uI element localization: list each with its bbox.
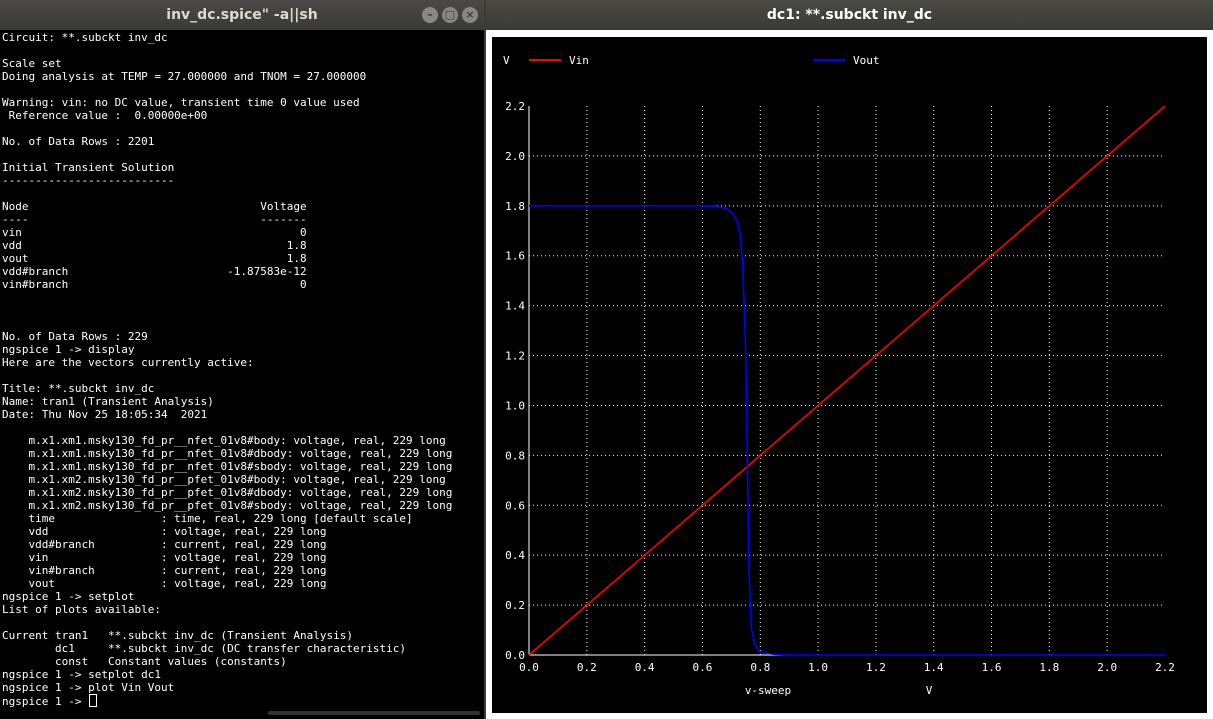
terminal-line: ngspice 1 -> setplot dc1 <box>2 668 161 681</box>
x-tick-label: 1.6 <box>982 661 1002 674</box>
terminal-titlebar[interactable]: inv_dc.spice" -a||sh – □ × <box>0 0 484 30</box>
y-tick-label: 0.6 <box>505 499 525 512</box>
y-tick-label: 2.2 <box>505 100 525 113</box>
terminal-line: vout 1.8 <box>2 252 307 265</box>
y-tick-label: 0.8 <box>505 449 525 462</box>
x-tick-label: 1.4 <box>924 661 944 674</box>
x-axis-unit: V <box>926 684 933 697</box>
x-tick-label: 0.6 <box>693 661 713 674</box>
y-tick-label: 1.6 <box>505 250 525 263</box>
terminal-line: Title: **.subckt inv_dc <box>2 382 155 395</box>
x-tick-label: 0.4 <box>635 661 655 674</box>
terminal-line: Scale set <box>2 57 62 70</box>
maximize-button[interactable]: □ <box>442 7 458 23</box>
y-tick-label: 1.2 <box>505 350 525 363</box>
terminal-line: ---- ------- <box>2 213 307 226</box>
terminal-line: Doing analysis at TEMP = 27.000000 and T… <box>2 70 367 83</box>
terminal-line: vdd 1.8 <box>2 239 307 252</box>
plot-titlebar[interactable]: dc1: **.subckt inv_dc <box>486 0 1213 30</box>
terminal-line: ngspice 1 -> display <box>2 343 135 356</box>
terminal-line: Here are the vectors currently active: <box>2 356 254 369</box>
terminal-line: No. of Data Rows : 2201 <box>2 135 155 148</box>
terminal-line: vout : voltage, real, 229 long <box>2 577 327 590</box>
terminal-line: Initial Transient Solution <box>2 161 175 174</box>
terminal-line: Warning: vin: no DC value, transient tim… <box>2 96 360 109</box>
x-tick-label: 1.2 <box>866 661 886 674</box>
terminal-line: const Constant values (constants) <box>2 655 287 668</box>
terminal-line: vdd#branch -1.87583e-12 <box>2 265 307 278</box>
x-tick-label: 1.0 <box>808 661 828 674</box>
terminal-line: m.x1.xm1.msky130_fd_pr__nfet_01v8#sbody:… <box>2 460 453 473</box>
x-axis-label: v-sweep <box>745 684 791 697</box>
plot-canvas[interactable]: 0.0 0.2 0.4 0.6 0.8 1.0 1.2 1.4 1.6 1.8 2.0 2.2 0.0 0… <box>492 37 1207 713</box>
terminal-line: List of plots available: <box>2 603 161 616</box>
terminal-line: ngspice 1 -> setplot <box>2 590 135 603</box>
terminal-line: m.x1.xm1.msky130_fd_pr__nfet_01v8#dbody:… <box>2 447 453 460</box>
plot-window: dc1: **.subckt inv_dc 0.0 0.2 0.4 0.6 0.8 1.0… <box>486 0 1213 719</box>
x-tick-label: 0.8 <box>750 661 770 674</box>
terminal-line: time : time, real, 229 long [default sca… <box>2 512 413 525</box>
terminal-line: Current tran1 **.subckt inv_dc (Transien… <box>2 629 353 642</box>
minimize-button[interactable]: – <box>422 7 438 23</box>
y-tick-label: 1.4 <box>505 300 525 313</box>
terminal-line: -------------------------- <box>2 174 175 187</box>
terminal-line: dc1 **.subckt inv_dc (DC transfer charac… <box>2 642 406 655</box>
terminal-line: ngspice 1 -> plot Vin Vout <box>2 681 175 694</box>
terminal-output[interactable]: Circuit: **.subckt inv_dc Scale set Doin… <box>2 31 484 719</box>
legend-label-vout: Vout <box>853 54 880 67</box>
terminal-line: m.x1.xm2.msky130_fd_pr__pfet_01v8#sbody:… <box>2 499 453 512</box>
y-tick-label: 1.0 <box>505 399 525 412</box>
x-tick-label: 0.0 <box>519 661 539 674</box>
y-tick-label: 0.4 <box>505 549 525 562</box>
y-tick-label: 2.0 <box>505 150 525 163</box>
terminal-line: Node Voltage <box>2 200 307 213</box>
terminal-prompt[interactable]: ngspice 1 -> <box>2 695 88 708</box>
legend-label-vin: Vin <box>569 54 589 67</box>
terminal-window: inv_dc.spice" -a||sh – □ × Circuit: **.s… <box>0 0 484 719</box>
window-controls: – □ × <box>422 7 478 23</box>
x-tick-label: 2.0 <box>1097 661 1117 674</box>
x-tick-label: 2.2 <box>1155 661 1175 674</box>
x-tick-label: 1.8 <box>1039 661 1059 674</box>
terminal-line: Name: tran1 (Transient Analysis) <box>2 395 214 408</box>
terminal-title: inv_dc.spice" -a||sh <box>166 7 318 23</box>
terminal-line: Circuit: **.subckt inv_dc <box>2 31 168 44</box>
terminal-line: vdd#branch : current, real, 229 long <box>2 538 327 551</box>
terminal-scrollbar[interactable] <box>268 711 480 715</box>
y-tick-label: 1.8 <box>505 200 525 213</box>
terminal-line: m.x1.xm2.msky130_fd_pr__pfet_01v8#dbody:… <box>2 486 453 499</box>
terminal-line: vin#branch : current, real, 229 long <box>2 564 327 577</box>
terminal-line: vin#branch 0 <box>2 278 307 291</box>
terminal-line: vdd : voltage, real, 229 long <box>2 525 327 538</box>
dc-transfer-chart: 0.00.20.40.60.81.01.21.41.61.82.02.20.0 0… <box>503 54 1175 697</box>
x-tick-label: 0.2 <box>577 661 597 674</box>
terminal-line: m.x1.xm1.msky130_fd_pr__nfet_01v8#body: … <box>2 434 446 447</box>
terminal-line: Reference value : 0.00000e+00 <box>2 109 208 122</box>
y-axis-label: V <box>503 54 510 67</box>
terminal-line: No. of Data Rows : 229 <box>2 330 148 343</box>
series-line-vout <box>529 205 1165 656</box>
terminal-line: vin : voltage, real, 229 long <box>2 551 327 564</box>
terminal-line: Date: Thu Nov 25 18:05:34 2021 <box>2 408 208 421</box>
y-tick-label: 0.2 <box>505 599 525 612</box>
terminal-line: vin 0 <box>2 226 307 239</box>
plot-title: dc1: **.subckt inv_dc <box>766 7 933 23</box>
terminal-cursor <box>89 694 98 707</box>
terminal-line: m.x1.xm2.msky130_fd_pr__pfet_01v8#body: … <box>2 473 446 486</box>
series-line-vin <box>528 105 1166 656</box>
close-button[interactable]: × <box>462 7 478 23</box>
